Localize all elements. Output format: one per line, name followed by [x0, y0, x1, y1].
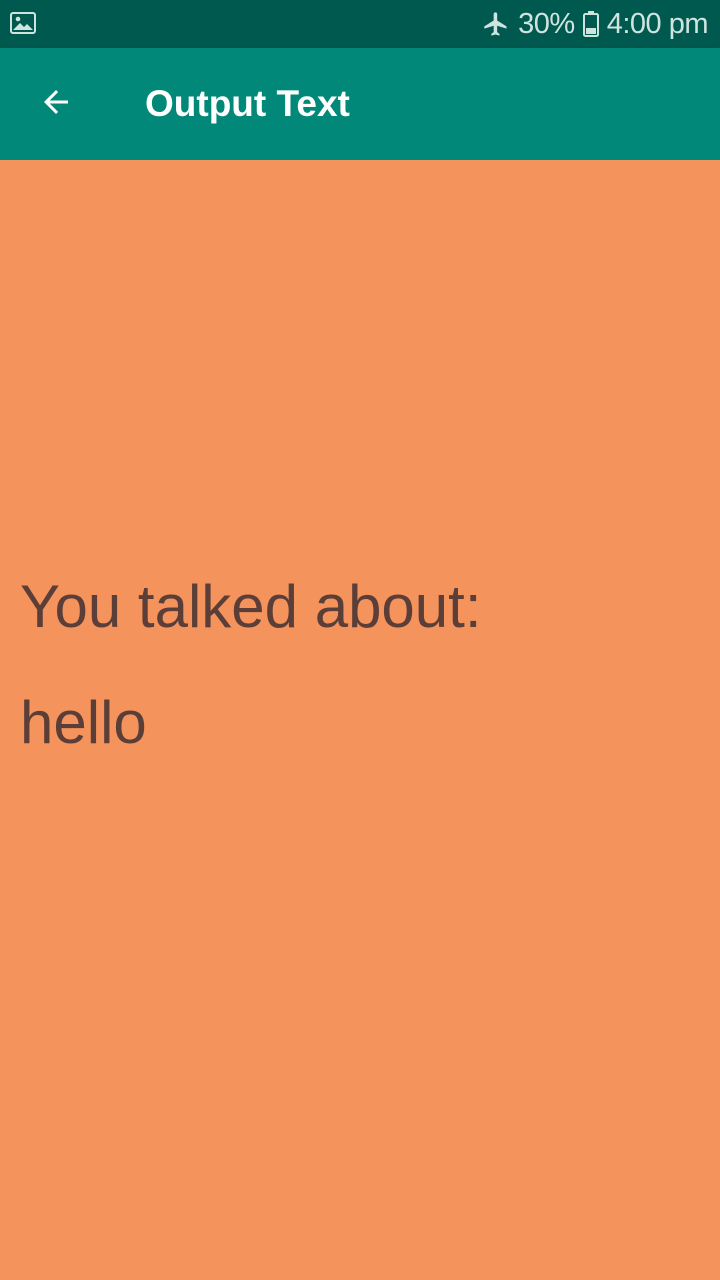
main-content: You talked about: hello	[0, 160, 720, 1280]
status-indicators: 30% 4:00 pm	[482, 0, 709, 48]
image-icon	[10, 12, 36, 34]
airplane-icon	[482, 10, 510, 38]
battery-percent: 30%	[518, 7, 575, 40]
arrow-back-icon	[38, 84, 74, 125]
talked-about-label: You talked about:	[20, 573, 482, 640]
battery-icon	[582, 11, 599, 37]
app-bar: Output Text	[0, 48, 720, 160]
page-title: Output Text	[145, 83, 350, 124]
back-button[interactable]	[24, 72, 88, 136]
clock: 4:00 pm	[606, 7, 709, 40]
spoken-text: hello	[20, 689, 147, 756]
status-bar: 30% 4:00 pm	[0, 0, 720, 48]
